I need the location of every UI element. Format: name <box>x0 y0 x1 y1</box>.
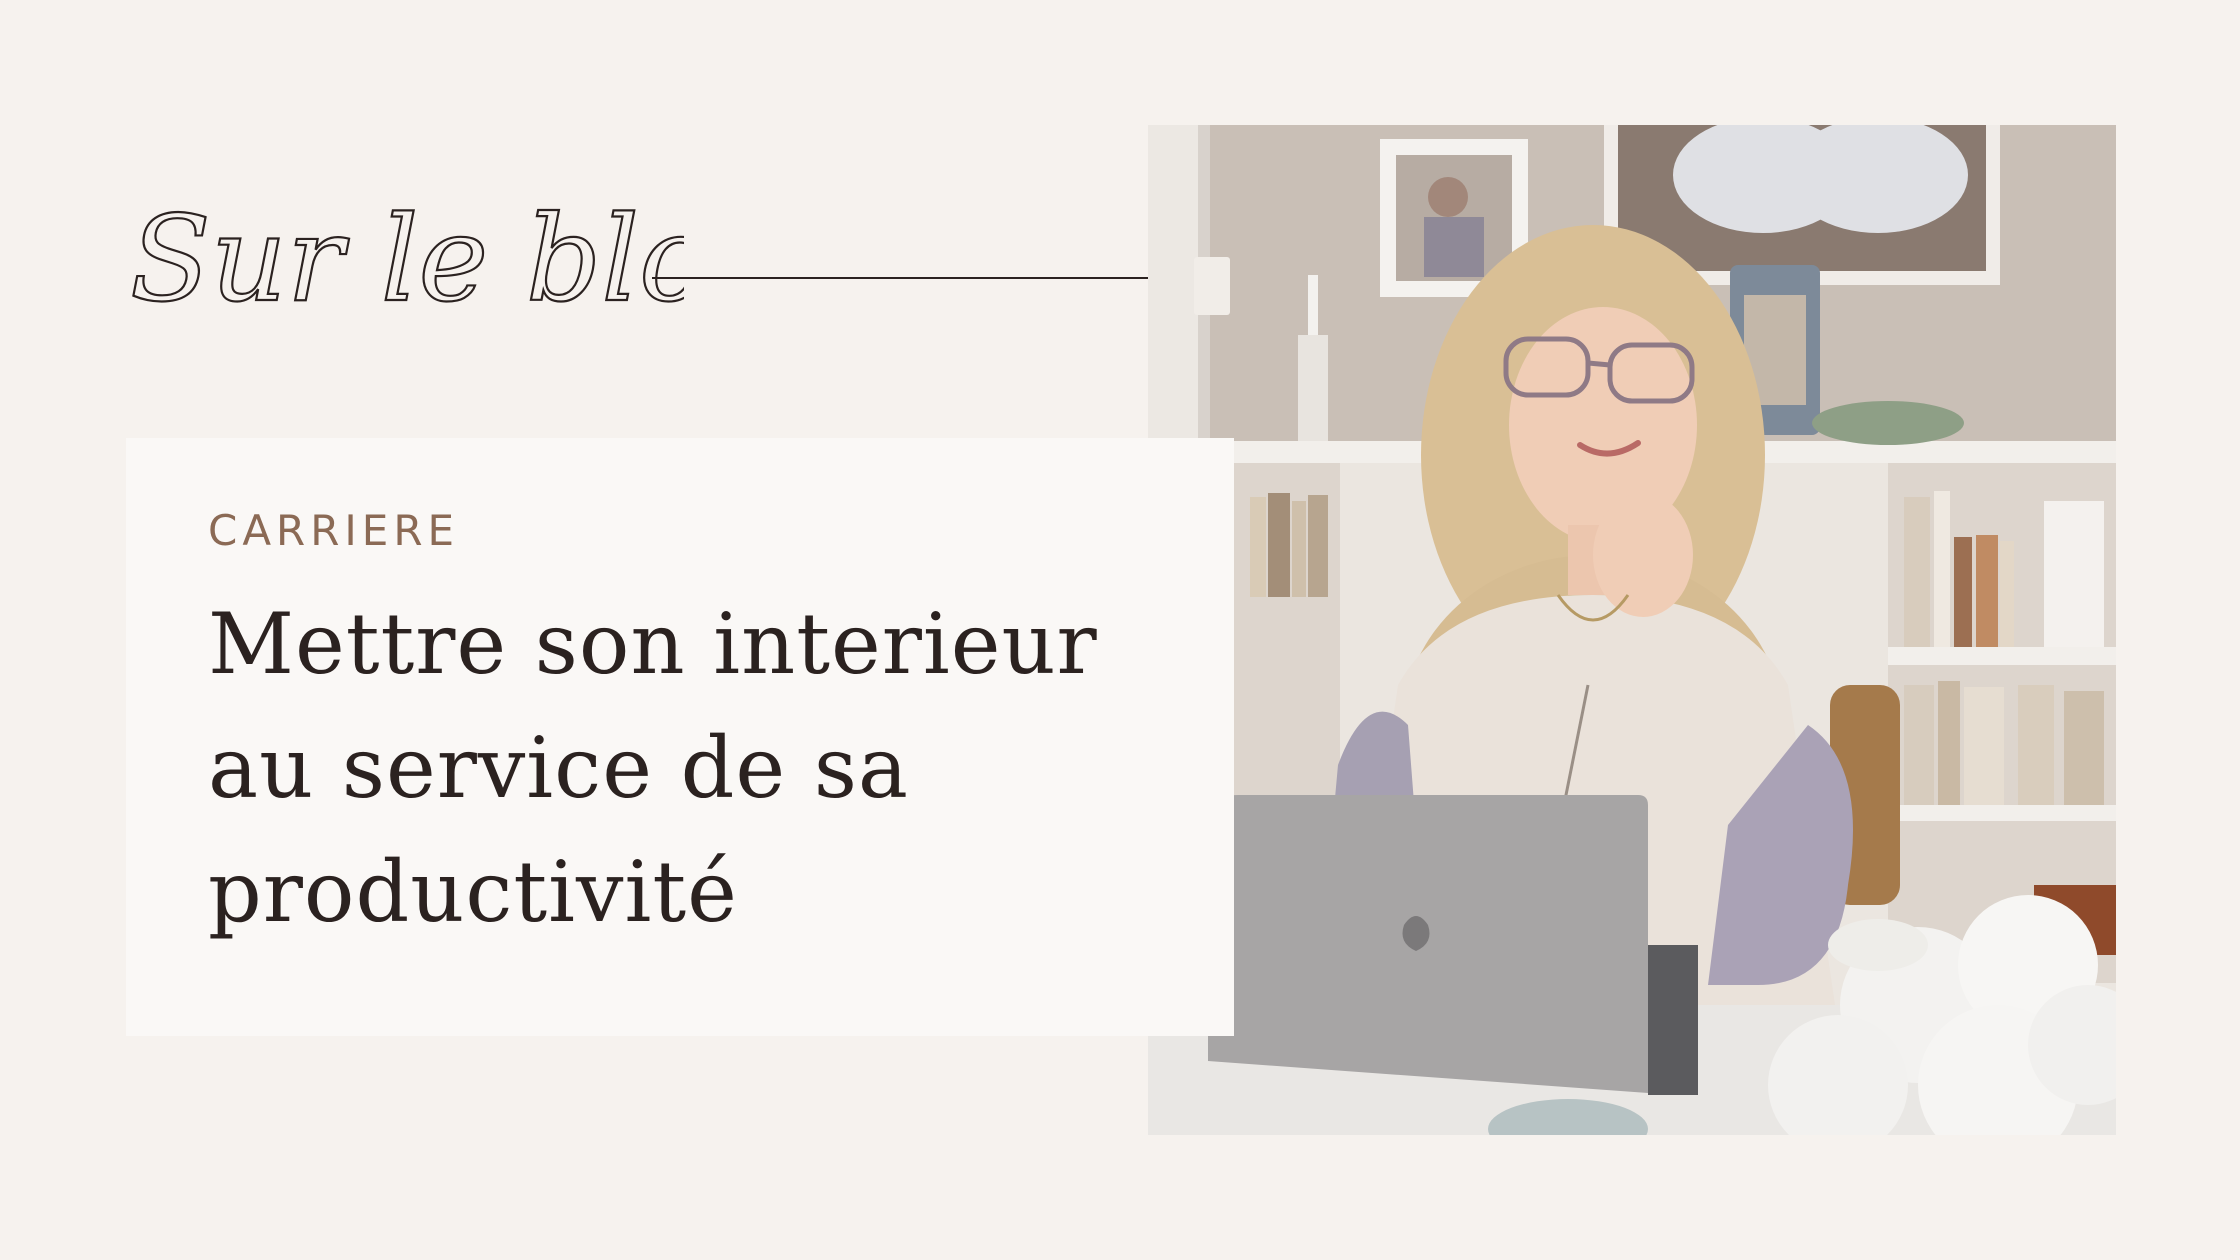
heading-divider <box>652 277 1148 279</box>
woman-at-laptop-image <box>1148 125 2116 1135</box>
blog-heading-script: Sur le blog <box>129 189 684 329</box>
article-category: CARRIERE <box>208 506 460 555</box>
blog-banner: Sur le blog <box>0 0 2240 1260</box>
article-card[interactable]: CARRIERE Mettre son interieur au service… <box>126 438 1234 1036</box>
blog-heading: Sur le blog <box>124 150 684 390</box>
blog-heading-text: Sur le blog <box>130 190 684 328</box>
article-photo <box>1148 125 2116 1135</box>
article-title[interactable]: Mettre son interieur au service de sa pr… <box>208 582 1168 954</box>
